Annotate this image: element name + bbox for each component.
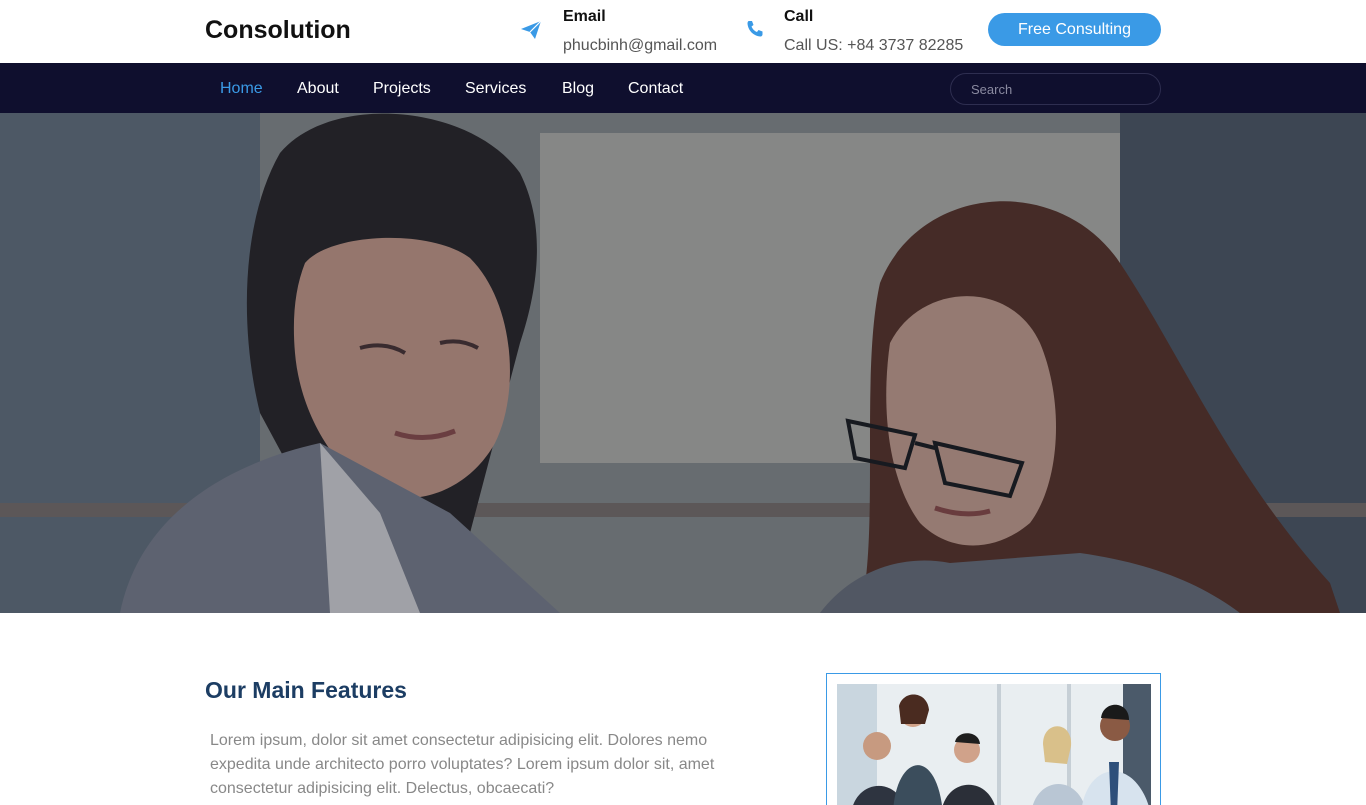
hero-image [0,113,1366,613]
nav-services[interactable]: Services [465,80,526,98]
paper-plane-icon [520,20,542,45]
features-heading: Our Main Features [205,677,407,703]
phone-icon [746,20,764,43]
nav-about[interactable]: About [297,80,339,98]
email-title: Email [563,8,606,25]
free-consulting-button[interactable]: Free Consulting [988,13,1161,46]
nav-projects[interactable]: Projects [373,80,431,98]
call-title: Call [784,8,814,25]
top-bar: Consolution Email phucbinh@gmail.com Cal… [0,0,1366,63]
brand-logo[interactable]: Consolution [205,16,351,45]
team-photo [837,684,1151,805]
main-nav: Home About Projects Services Blog Contac… [0,63,1366,113]
phone-number[interactable]: Call US: +84 3737 82285 [784,37,963,55]
search-input[interactable] [950,73,1161,105]
features-image-frame [826,673,1161,805]
email-address[interactable]: phucbinh@gmail.com [563,37,717,55]
nav-contact[interactable]: Contact [628,80,683,98]
features-description: Lorem ipsum, dolor sit amet consectetur … [210,732,715,797]
nav-home[interactable]: Home [220,80,263,98]
email-contact: Email phucbinh@gmail.com [520,0,730,63]
nav-blog[interactable]: Blog [562,80,594,98]
call-contact: Call Call US: +84 3737 82285 [746,0,976,63]
